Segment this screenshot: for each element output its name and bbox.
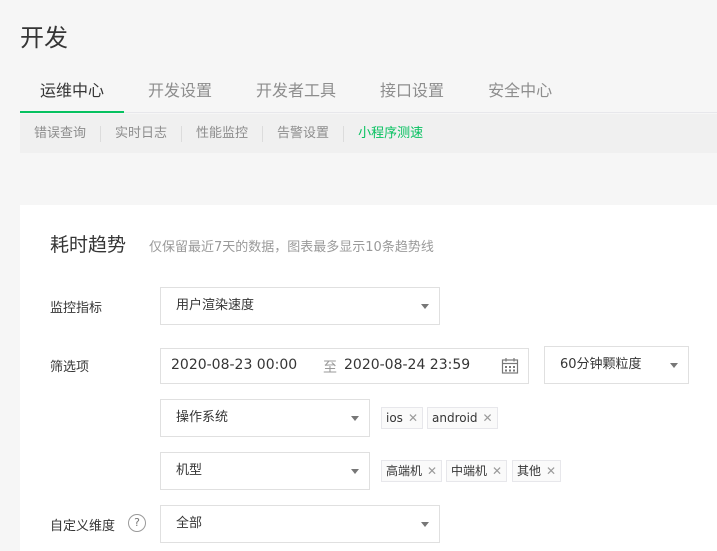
question-circle-icon[interactable]: ? [128,514,146,532]
tag-label: 其他 [517,464,542,478]
tab-api-settings[interactable]: 接口设置 [360,76,464,113]
chevron-down-icon [351,416,359,421]
os-tag-android: android ✕ [427,407,498,429]
model-select-value: 机型 [176,463,203,478]
model-select[interactable]: 机型 [160,452,370,490]
filter-label: 筛选项 [50,360,90,375]
close-icon[interactable]: ✕ [483,408,493,428]
granularity-select-value: 60分钟颗粒度 [560,357,642,372]
os-select-value: 操作系统 [176,410,229,425]
chevron-down-icon [670,363,678,368]
date-range-picker[interactable]: 2020-08-23 00:00 至 2020-08-24 23:59 [160,348,529,384]
subtab-alert-settings[interactable]: 告警设置 [262,125,343,142]
date-end[interactable]: 2020-08-24 23:59 [344,357,470,373]
calendar-icon[interactable] [501,357,519,375]
subtab-miniprogram-speed[interactable]: 小程序测速 [343,125,437,142]
section-hint: 仅保留最近7天的数据，图表最多显示10条趋势线 [149,240,434,255]
main-tabs: 运维中心 开发设置 开发者工具 接口设置 安全中心 [20,76,717,113]
section-title: 耗时趋势 [50,234,127,256]
tab-ops-center[interactable]: 运维中心 [20,76,125,113]
chevron-down-icon [351,469,359,474]
date-start[interactable]: 2020-08-23 00:00 [171,357,297,373]
custom-dimension-select[interactable]: 全部 [160,505,440,543]
granularity-select[interactable]: 60分钟颗粒度 [544,346,689,384]
tag-label: ios [386,411,403,425]
close-icon[interactable]: ✕ [427,461,437,481]
chevron-down-icon [421,304,429,309]
subtab-error-query[interactable]: 错误查询 [20,126,100,142]
custom-dimension-value: 全部 [176,516,203,531]
close-icon[interactable]: ✕ [408,408,418,428]
metric-select-value: 用户渲染速度 [176,298,255,313]
subtab-realtime-log[interactable]: 实时日志 [100,125,181,142]
tag-label: 高端机 [386,464,423,478]
page-title: 开发 [20,24,68,52]
sub-tabs: 错误查询 实时日志 性能监控 告警设置 小程序测速 [20,114,717,153]
tag-label: 中端机 [451,464,488,478]
tab-security-center[interactable]: 安全中心 [468,76,572,113]
metric-label: 监控指标 [50,301,103,316]
tab-dev-tools[interactable]: 开发者工具 [236,76,356,113]
date-separator: 至 [323,360,337,376]
chevron-down-icon [421,522,429,527]
os-tag-ios: ios ✕ [381,407,423,429]
close-icon[interactable]: ✕ [546,461,556,481]
tag-label: android [432,411,478,425]
os-select[interactable]: 操作系统 [160,399,370,437]
custom-dimension-label: 自定义维度 [50,519,116,534]
model-tag-other: 其他 ✕ [512,460,562,482]
model-tag-mid: 中端机 ✕ [446,460,508,482]
model-tag-high: 高端机 ✕ [381,460,443,482]
trend-card: 耗时趋势 仅保留最近7天的数据，图表最多显示10条趋势线 监控指标 用户渲染速度… [20,205,717,551]
subtab-performance-monitor[interactable]: 性能监控 [181,125,262,142]
metric-select[interactable]: 用户渲染速度 [160,287,440,325]
tab-dev-settings[interactable]: 开发设置 [128,76,232,113]
close-icon[interactable]: ✕ [492,461,502,481]
